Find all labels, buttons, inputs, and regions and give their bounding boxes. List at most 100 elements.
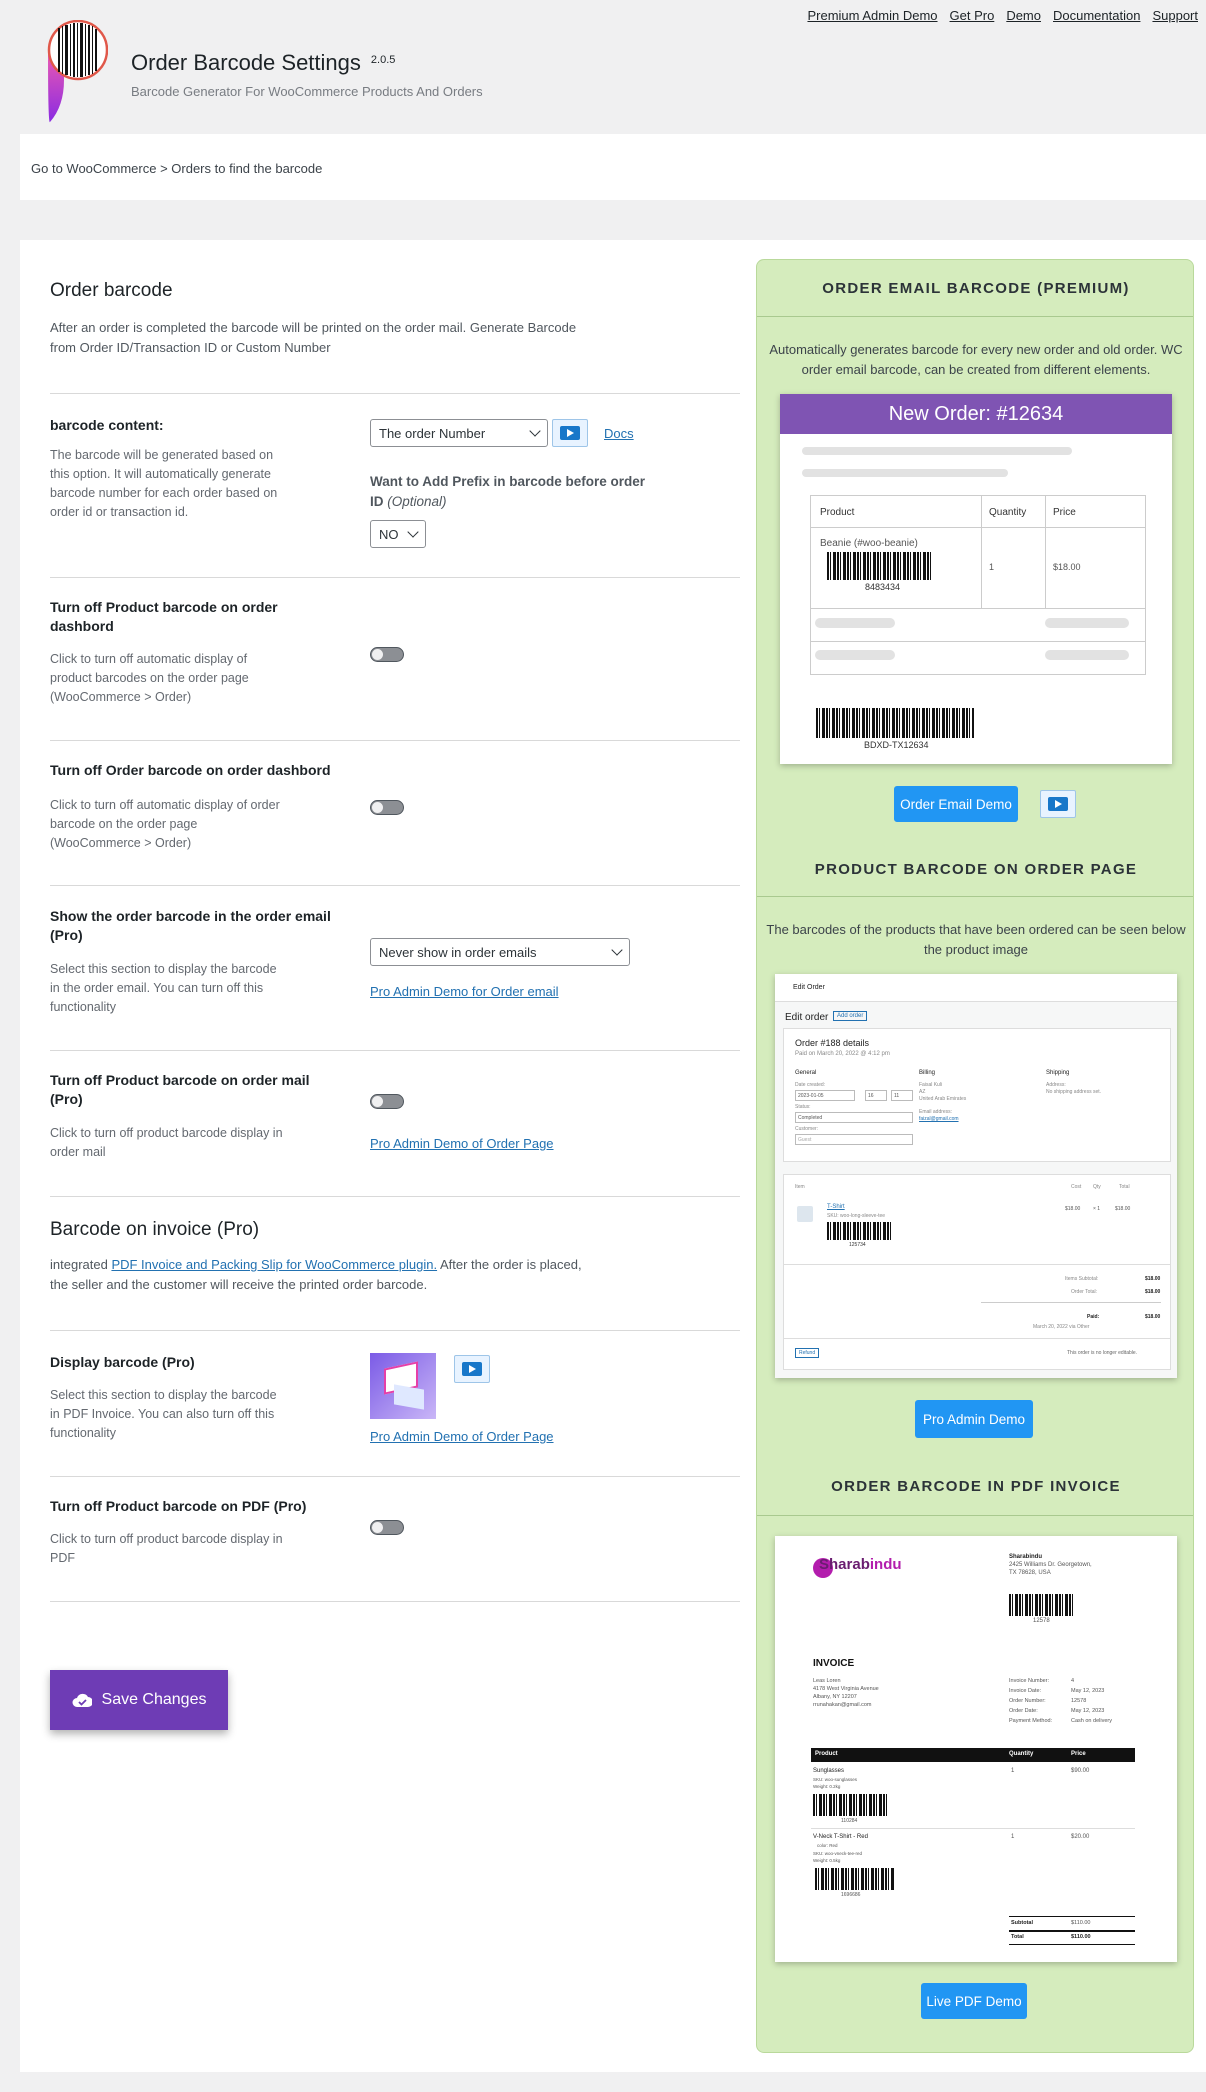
- save-changes-button[interactable]: Save Changes: [50, 1670, 228, 1730]
- video-play-button[interactable]: [552, 419, 588, 447]
- live-pdf-demo-button[interactable]: Live PDF Demo: [921, 1983, 1027, 2019]
- email-barcode-heading: ORDER EMAIL BARCODE (PREMIUM): [822, 280, 1130, 297]
- product-barcode: [827, 552, 933, 580]
- order-barcode-desc: After an order is completed the barcode …: [50, 320, 577, 355]
- breadcrumb: Go to WooCommerce > Orders to find the b…: [20, 134, 1206, 200]
- order-email-row: Show the order barcode in the order emai…: [50, 885, 740, 1050]
- item-qty: 1: [989, 562, 995, 572]
- pro-demo-order-page-link-2[interactable]: Pro Admin Demo of Order Page: [370, 1429, 554, 1444]
- shot-ot: $18.00: [1145, 1289, 1161, 1295]
- shot-invoice-title: INVOICE: [813, 1658, 855, 1669]
- pdf-item1-weight: Weight: 0.2kg: [813, 1784, 841, 1789]
- pdf-barcode-toggle[interactable]: [370, 1520, 404, 1535]
- shot-cust-addr1: 4178 West Virginia Avenue: [813, 1686, 879, 1692]
- video-play-button[interactable]: [1040, 790, 1076, 818]
- order-mail-label: Turn off Product barcode on order mail (…: [50, 1072, 310, 1107]
- order-page-screenshot: Edit Order Edit order Add order Order #1…: [775, 974, 1177, 1378]
- barcode-content-select[interactable]: The order Number: [370, 419, 548, 447]
- documentation-link[interactable]: Documentation: [1053, 8, 1140, 23]
- pdf-barcode-desc: Click to turn off product barcode displa…: [50, 1532, 283, 1565]
- play-icon: [462, 1362, 482, 1376]
- product-barcode-number: 8483434: [865, 582, 901, 592]
- order-dash-toggle[interactable]: [370, 800, 404, 815]
- pdf-item2-weight: Weight: 0.5kg: [813, 1858, 841, 1863]
- shot-edit: Edit order: [785, 1012, 829, 1023]
- chevron-down-icon: [611, 944, 623, 956]
- prefix-select[interactable]: NO: [370, 520, 426, 548]
- pdf-item1-sku: SKU: woo-sunglasses: [813, 1777, 858, 1782]
- promo-sidebar: ORDER EMAIL BARCODE (PREMIUM) Automatica…: [756, 259, 1194, 2053]
- shot-order: Order #188 details: [795, 1038, 870, 1048]
- barcode-content-row: barcode content: The barcode will be gen…: [50, 393, 740, 578]
- pdf-invoice-plugin-link[interactable]: PDF Invoice and Packing Slip for WooComm…: [111, 1257, 437, 1272]
- display-barcode-label: Display barcode (Pro): [50, 1354, 195, 1370]
- shot-sub: $18.00: [1145, 1276, 1161, 1282]
- pdf-total: $110.00: [1071, 1934, 1091, 1940]
- meta-value: May 12, 2023: [1071, 1708, 1105, 1714]
- shot-brand: Sharabindu: [819, 1556, 902, 1573]
- play-icon: [1048, 797, 1068, 811]
- pdf-invoice-plugin-image: [370, 1353, 436, 1419]
- shot-date: 2023-01-05: [795, 1090, 855, 1101]
- pdf-item2-sku: SKU: woo-vneck-tee-red: [813, 1851, 863, 1856]
- invoice-heading: Barcode on invoice (Pro): [50, 1219, 260, 1240]
- version-badge: 2.0.5: [370, 54, 396, 66]
- demo-link[interactable]: Demo: [1006, 8, 1041, 23]
- support-link[interactable]: Support: [1152, 8, 1198, 23]
- shot-billing-az: AZ: [919, 1089, 926, 1095]
- meta-value: 12578: [1071, 1698, 1087, 1704]
- shot-billing: Billing: [919, 1070, 936, 1076]
- order-barcode-number: BDXD-TX12634: [864, 740, 929, 750]
- email-screenshot: New Order: #12634 Product Quantity Price…: [780, 394, 1172, 764]
- pdf-barcode-label: Turn off Product barcode on PDF (Pro): [50, 1498, 307, 1514]
- product-barcode-heading: PRODUCT BARCODE ON ORDER PAGE: [814, 861, 1138, 878]
- product-dash-row: Turn off Product barcode on order dashbo…: [50, 577, 740, 741]
- item-price: $18.00: [1053, 562, 1081, 572]
- pro-demo-order-page-link[interactable]: Pro Admin Demo of Order Page: [370, 1136, 554, 1151]
- pdf-barcode-row: Turn off Product barcode on PDF (Pro) Cl…: [50, 1476, 740, 1602]
- premium-admin-demo-link[interactable]: Premium Admin Demo: [807, 8, 937, 23]
- shot-status-label: Status:: [795, 1104, 811, 1110]
- order-barcode-heading: Order barcode: [50, 280, 173, 301]
- shot-paid-date: March 20, 2022 via Other: [1033, 1324, 1090, 1330]
- order-email-desc: Select this section to display the barco…: [50, 962, 277, 1014]
- item-name: Beanie (#woo-beanie): [820, 538, 918, 549]
- meta-value: May 12, 2023: [1071, 1688, 1105, 1694]
- meta-label: Order Number:: [1009, 1698, 1046, 1704]
- th-price: Price: [1053, 507, 1076, 518]
- divider: [757, 1515, 1193, 1516]
- th-quantity: Quantity: [989, 507, 1027, 518]
- shot-cost: $18.00: [1065, 1206, 1081, 1212]
- placeholder-line: [815, 618, 895, 628]
- pdf-item1: Sunglasses: [813, 1768, 845, 1774]
- product-barcode: [815, 1868, 895, 1890]
- video-play-button[interactable]: [454, 1355, 490, 1383]
- prefix-label: Want to Add Prefix in barcode before ord…: [370, 472, 660, 512]
- shot-co-addr2: TX 78628, USA: [1009, 1570, 1051, 1576]
- shot-col-qty: Qty: [1093, 1184, 1101, 1190]
- order-email-demo-button[interactable]: Order Email Demo: [894, 786, 1018, 822]
- chevron-down-icon: [407, 526, 419, 538]
- email-shot-header: New Order: #12634: [780, 394, 1172, 434]
- get-pro-link[interactable]: Get Pro: [950, 8, 995, 23]
- product-barcode: [813, 1794, 887, 1816]
- order-email-select[interactable]: Never show in order emails: [370, 938, 630, 966]
- shot-sub-label: Items Subtotal:: [1065, 1276, 1099, 1282]
- product-barcode: [827, 1222, 891, 1240]
- prefix-value: NO: [379, 526, 399, 542]
- shot-hour: 16: [865, 1090, 887, 1101]
- placeholder-line: [802, 469, 1008, 477]
- shot-note: This order is no longer editable.: [1067, 1350, 1138, 1356]
- shot-paid-label: Paid:: [1087, 1314, 1100, 1320]
- chevron-down-icon: [529, 425, 541, 437]
- pro-admin-demo-button[interactable]: Pro Admin Demo: [915, 1400, 1033, 1438]
- product-barcode-desc: The barcodes of the products that have b…: [766, 922, 1186, 957]
- product-dash-toggle[interactable]: [370, 647, 404, 662]
- meta-label: Order Date:: [1009, 1708, 1038, 1714]
- shot-shipping: Shipping: [1046, 1070, 1070, 1076]
- docs-link[interactable]: Docs: [604, 426, 634, 441]
- pro-demo-email-link[interactable]: Pro Admin Demo for Order email: [370, 984, 559, 999]
- shot-date-label: Date created:: [795, 1082, 826, 1088]
- order-mail-toggle[interactable]: [370, 1094, 404, 1109]
- shot-billing-name: Faisal Kuli: [919, 1082, 943, 1088]
